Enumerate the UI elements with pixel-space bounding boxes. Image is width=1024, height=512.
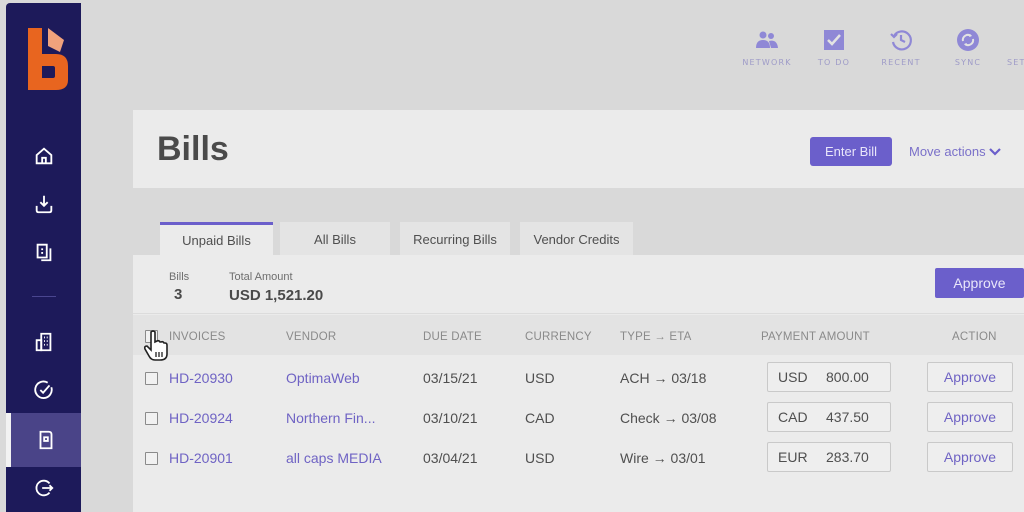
payment-currency: CAD (778, 409, 808, 425)
approve-button[interactable]: Approve (927, 402, 1013, 432)
type-eta: Wire → 03/01 (620, 450, 706, 466)
col-vendor[interactable]: VENDOR (286, 331, 336, 343)
type-eta: ACH → 03/18 (620, 370, 707, 386)
invoice-link[interactable]: HD-20901 (169, 450, 233, 466)
invoice-link[interactable]: HD-20930 (169, 370, 233, 386)
row-checkbox[interactable] (145, 412, 158, 425)
page-header: Bills Enter Bill Move actions (133, 110, 1024, 188)
row-checkbox[interactable] (145, 372, 158, 385)
table-row: HD-20924 Northern Fin... 03/10/21 CAD Ch… (133, 398, 1024, 438)
sidebar (6, 3, 81, 512)
tab-unpaid-bills[interactable]: Unpaid Bills (160, 222, 273, 256)
tab-vendor-credits[interactable]: Vendor Credits (520, 222, 633, 256)
tab-recurring-bills[interactable]: Recurring Bills (400, 222, 510, 256)
payment-amount-field[interactable]: USD 800.00 (767, 362, 891, 392)
people-icon (756, 31, 778, 48)
move-actions-label: Move actions (909, 144, 986, 159)
chevron-down-icon (988, 147, 1001, 156)
due-date: 03/04/21 (423, 450, 478, 466)
history-icon (890, 30, 912, 51)
due-date: 03/10/21 (423, 410, 478, 426)
sync-icon (957, 29, 979, 51)
toolbar-settings[interactable]: SET (1003, 28, 1024, 78)
bills-count-label: Bills (169, 271, 190, 283)
sidebar-item-documents[interactable] (6, 228, 81, 276)
bill-icon (39, 430, 53, 450)
currency: USD (525, 450, 555, 466)
payment-amount: 437.50 (826, 409, 869, 425)
payment-amount-field[interactable]: EUR 283.70 (767, 442, 891, 472)
bill-logo[interactable] (26, 26, 70, 92)
enter-bill-button[interactable]: Enter Bill (810, 137, 892, 166)
table-row: HD-20930 OptimaWeb 03/15/21 USD ACH → 03… (133, 358, 1024, 398)
sidebar-item-logout[interactable] (6, 464, 81, 512)
invoice-link[interactable]: HD-20924 (169, 410, 233, 426)
col-currency[interactable]: CURRENCY (525, 331, 592, 343)
sidebar-divider (32, 296, 56, 297)
vendor-link[interactable]: OptimaWeb (286, 370, 360, 386)
col-action: ACTION (952, 331, 997, 343)
divider (133, 313, 1024, 314)
total-amount-label: Total Amount (229, 271, 293, 283)
approve-button[interactable]: Approve (927, 442, 1013, 472)
toolbar-todo[interactable]: TO DO (802, 28, 866, 78)
currency: CAD (525, 410, 555, 426)
payment-currency: EUR (778, 449, 808, 465)
approve-button[interactable]: Approve (927, 362, 1013, 392)
building-icon (35, 332, 51, 352)
table-header: INVOICES VENDOR DUE DATE CURRENCY TYPE →… (133, 315, 1024, 355)
tab-all-bills[interactable]: All Bills (280, 222, 390, 256)
total-amount-value: USD 1,521.20 (229, 287, 324, 304)
type-eta: Check → 03/08 (620, 410, 717, 426)
download-icon (35, 195, 52, 214)
documents-icon (36, 243, 51, 262)
col-invoices[interactable]: INVOICES (169, 331, 226, 343)
payment-amount-field[interactable]: CAD 437.50 (767, 402, 891, 432)
move-actions-dropdown[interactable]: Move actions (909, 144, 1001, 159)
approve-selected-button[interactable]: Approve (935, 268, 1024, 298)
col-due-date[interactable]: DUE DATE (423, 331, 482, 343)
page-title: Bills (157, 130, 229, 168)
payment-amount: 283.70 (826, 449, 869, 465)
row-checkbox[interactable] (145, 452, 158, 465)
bills-count-value: 3 (174, 286, 183, 303)
sidebar-item-approvals[interactable] (6, 366, 81, 414)
logout-icon (35, 479, 54, 497)
table-row: HD-20901 all caps MEDIA 03/04/21 USD Wir… (133, 438, 1024, 478)
sidebar-item-home[interactable] (6, 132, 81, 180)
toolbar-network[interactable]: NETWORK (735, 28, 799, 78)
sidebar-item-inbox[interactable] (6, 180, 81, 228)
due-date: 03/15/21 (423, 370, 478, 386)
home-icon (35, 147, 52, 165)
checkbox-icon (824, 30, 844, 50)
payment-currency: USD (778, 369, 808, 385)
currency: USD (525, 370, 555, 386)
vendor-link[interactable]: all caps MEDIA (286, 450, 382, 466)
bills-panel: Bills 3 Total Amount USD 1,521.20 Approv… (133, 255, 1024, 512)
toolbar-recent[interactable]: RECENT (869, 28, 933, 78)
hand-cursor-icon (143, 330, 168, 361)
col-payment-amount[interactable]: PAYMENT AMOUNT (761, 331, 870, 343)
top-toolbar: NETWORK TO DO RECENT SYNC SET (735, 28, 1024, 78)
payment-amount: 800.00 (826, 369, 869, 385)
vendor-link[interactable]: Northern Fin... (286, 410, 375, 426)
col-type-eta[interactable]: TYPE → ETA (620, 331, 691, 343)
sidebar-item-bills[interactable] (6, 413, 81, 467)
sidebar-item-vendors[interactable] (6, 318, 81, 366)
toolbar-sync[interactable]: SYNC (936, 28, 1000, 78)
check-circle-icon (33, 380, 53, 399)
